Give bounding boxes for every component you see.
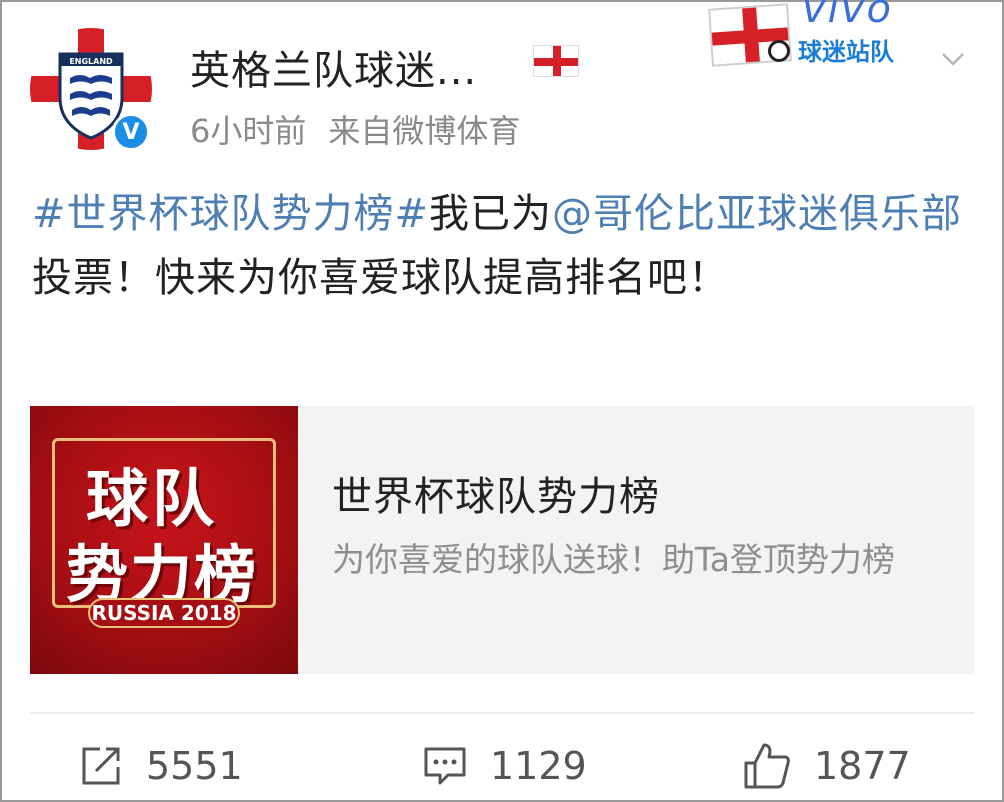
card-image: 球队 势力榜 RUSSIA 2018 — [30, 406, 298, 674]
post-time: 6小时前 — [190, 112, 307, 150]
divider — [30, 712, 974, 714]
thumbs-up-icon — [744, 743, 790, 789]
link-card[interactable]: 球队 势力榜 RUSSIA 2018 世界杯球队势力榜 为你喜爱的球队送球！助T… — [30, 406, 974, 674]
chevron-down-icon[interactable] — [940, 46, 966, 72]
post-source[interactable]: 来自微博体育 — [328, 112, 520, 150]
badge-brand: vivo — [802, 0, 893, 32]
verified-badge-icon: V — [112, 113, 150, 151]
badge-team-label: 球迷站队 — [798, 38, 894, 66]
card-image-tag: RUSSIA 2018 — [88, 598, 240, 628]
comment-icon — [424, 747, 466, 785]
post-text-part: 投票！快来为你喜爱球队提高排名吧！ — [32, 255, 729, 301]
share-button[interactable]: 5551 — [78, 738, 243, 794]
football-icon — [768, 40, 790, 62]
england-flag-icon — [533, 45, 579, 77]
card-description: 为你喜爱的球队送球！助Ta登顶势力榜 — [332, 540, 895, 579]
post-meta: 6小时前 来自微博体育 — [190, 106, 520, 152]
mention-link[interactable]: @哥伦比亚球迷俱乐部 — [552, 191, 962, 237]
like-count: 1877 — [814, 744, 911, 788]
username[interactable]: 英格兰队球迷... — [190, 38, 477, 96]
card-title: 世界杯球队势力榜 — [332, 474, 660, 520]
comment-count: 1129 — [490, 744, 587, 788]
like-button[interactable]: 1877 — [742, 738, 911, 794]
post-text-part: 我已为 — [429, 191, 553, 237]
share-icon — [82, 747, 120, 785]
hashtag-link[interactable]: #世界杯球队势力榜# — [32, 191, 429, 237]
comment-button[interactable]: 1129 — [422, 738, 587, 794]
team-support-badge[interactable]: vivo 球迷站队 — [706, 0, 922, 70]
avatar-label: ENGLAND — [69, 57, 113, 66]
share-count: 5551 — [146, 744, 243, 788]
post-text: #世界杯球队势力榜#我已为@哥伦比亚球迷俱乐部 投票！快来为你喜爱球队提高排名吧… — [32, 182, 972, 310]
